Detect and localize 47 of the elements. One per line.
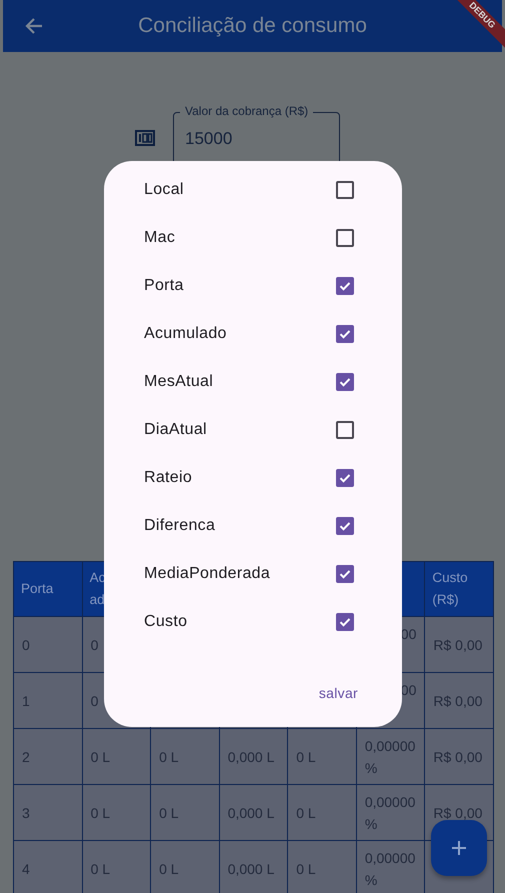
- checkbox[interactable]: [336, 181, 354, 199]
- table-cell: R$ 0,00: [424, 672, 494, 728]
- option-label: Diferenca: [144, 517, 216, 535]
- checkbox[interactable]: [336, 517, 354, 535]
- option-label: Acumulado: [144, 325, 227, 343]
- table-cell: 3: [14, 784, 82, 840]
- table-cell: 0,00000 %: [356, 784, 425, 840]
- option-label: DiaAtual: [144, 421, 207, 439]
- table-cell: 0 L: [150, 840, 220, 893]
- back-arrow-icon[interactable]: [24, 16, 44, 36]
- option-label: Mac: [144, 229, 176, 247]
- table-cell: 1: [14, 672, 82, 728]
- banknote-icon: [135, 130, 155, 146]
- column-header: Porta: [14, 562, 82, 616]
- table-cell: 0 L: [150, 784, 220, 840]
- option-label: Rateio: [144, 469, 192, 487]
- checkbox[interactable]: [336, 469, 354, 487]
- checkbox[interactable]: [336, 229, 354, 247]
- checkbox[interactable]: [336, 421, 354, 439]
- table-cell: 0 L: [288, 784, 356, 840]
- table-cell: R$ 0,00: [424, 728, 494, 784]
- table-cell: 2: [14, 728, 82, 784]
- table-cell: 4: [14, 840, 82, 893]
- table-cell: 0 L: [288, 840, 356, 893]
- table-cell: 0: [14, 616, 82, 672]
- table-cell: 0,00000 %: [356, 840, 425, 893]
- table-cell: 0 L: [288, 728, 356, 784]
- table-cell: 0,00000 %: [356, 728, 425, 784]
- table-cell: 0,000 L: [219, 784, 288, 840]
- screen-title: Conciliação de consumo: [137, 14, 368, 38]
- table-cell: 0 L: [82, 840, 151, 893]
- table-cell: 0 L: [82, 784, 151, 840]
- option-label: MesAtual: [144, 373, 214, 391]
- table-cell: 0 L: [150, 728, 220, 784]
- checkbox[interactable]: [336, 325, 354, 343]
- table-cell: R$ 0,00: [424, 616, 494, 672]
- option-label: Local: [144, 181, 184, 199]
- column-header: Custo (R$): [424, 562, 494, 616]
- table-cell: 0,000 L: [219, 728, 288, 784]
- checkbox[interactable]: [336, 565, 354, 583]
- checkbox[interactable]: [336, 277, 354, 295]
- option-label: Porta: [144, 277, 184, 295]
- plus-icon: [450, 839, 468, 857]
- table-cell: 0 L: [82, 728, 151, 784]
- table-cell: 0,000 L: [219, 840, 288, 893]
- checkbox[interactable]: [336, 613, 354, 631]
- checkbox[interactable]: [336, 373, 354, 391]
